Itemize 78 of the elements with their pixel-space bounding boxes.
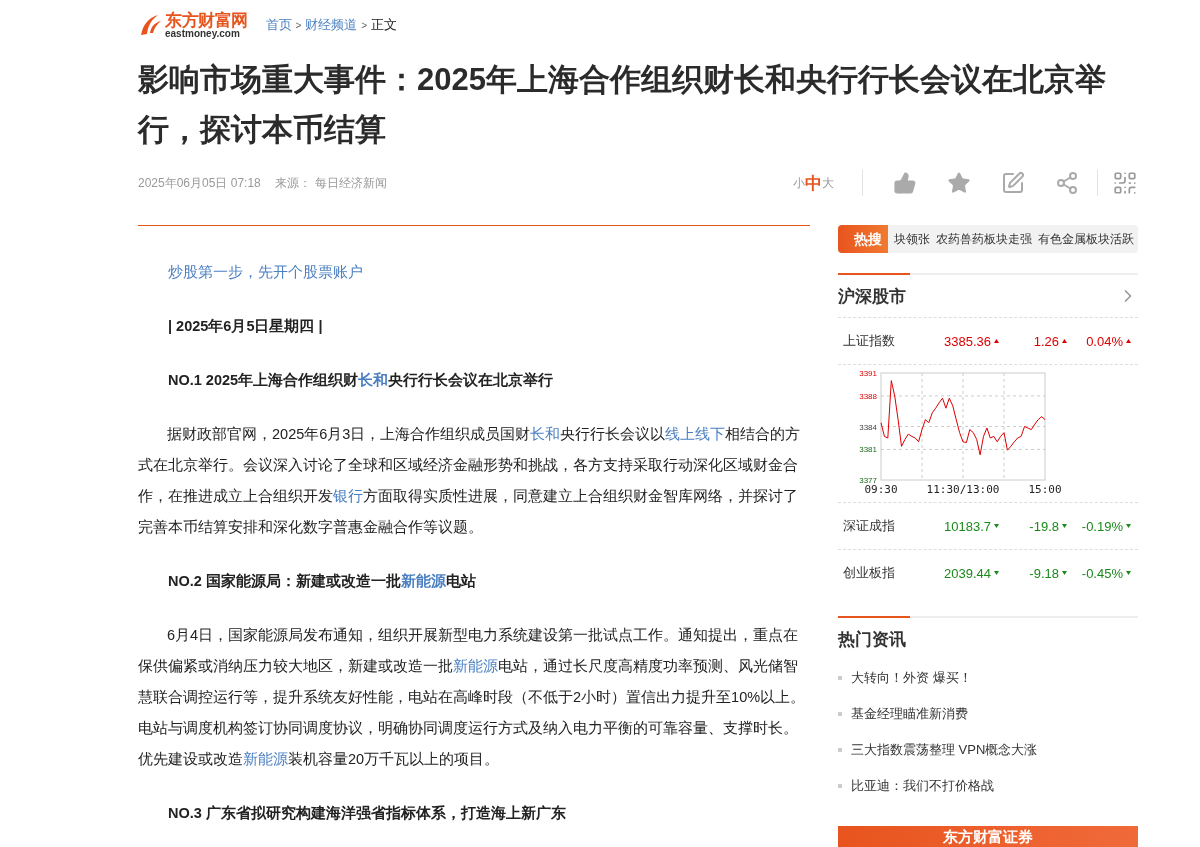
up-triangle-icon (1126, 339, 1131, 343)
like-icon[interactable] (893, 171, 917, 195)
x-tick-label: 09:30 (864, 483, 898, 496)
index-name[interactable]: 深证成指 (843, 517, 931, 535)
x-tick-label: 15:00 (1028, 483, 1062, 496)
y-tick-label: 3391 (859, 369, 877, 378)
publish-date: 2025年06月05日 07:18 (138, 174, 261, 192)
index-percent: 0.04% (1086, 333, 1123, 349)
source-name: 每日经济新闻 (314, 174, 387, 192)
index-value: 3385.36 (944, 333, 991, 349)
bullet-icon (838, 784, 842, 788)
index-change: -19.8 (1029, 518, 1059, 534)
keyword-link[interactable]: 长和 (530, 426, 561, 442)
news-link[interactable]: 大转向！外资 爆买！ (851, 669, 972, 687)
index-percent: -0.19% (1081, 518, 1123, 534)
qr-code-icon[interactable] (1097, 170, 1138, 196)
keyword-link[interactable]: 新能源 (453, 658, 498, 674)
index-value: 2039.44 (944, 565, 991, 581)
index-name[interactable]: 创业板指 (843, 564, 931, 582)
y-tick-label: 3384 (859, 422, 877, 432)
index-percent: -0.45% (1081, 565, 1123, 581)
section-heading: | 2025年6月5日星期四 | (167, 317, 324, 336)
index-change: -9.18 (1029, 565, 1059, 581)
article-paragraph: 6月4日，国家能源局发布通知，组织开展新型电力系统建设第一批试点工作。通知提出，重点在保供偏紧或消纳压力较大地区，新建或改造一批新能源电站，通过长尺度高精度功率预测、风光储智慧联合调控运行等，提升系统友好性能，电站在高峰时段（不低于2小时）置信出力提升至10%以上。电站与调度机构签订协同调度协议，明确协同调度运行方式及纳入电力平衡的可靠容量、支撑时长。优先建设或改造新能源装机容量20万千瓦以上的项目。 (138, 626, 807, 769)
down-triangle-icon (994, 571, 999, 575)
breadcrumb-separator: > (295, 19, 302, 31)
star-icon[interactable] (947, 171, 971, 195)
breadcrumb-link[interactable]: 首页 (265, 16, 292, 34)
keyword-link[interactable]: 新能源 (400, 573, 446, 589)
section-title: 沪深股市 (838, 285, 906, 308)
logo-name: 东方财富网 (165, 11, 248, 29)
edit-icon[interactable] (1001, 171, 1025, 195)
font-size-option[interactable]: 大 (822, 174, 834, 192)
down-triangle-icon (1062, 524, 1067, 528)
bullet-icon (838, 676, 842, 680)
hot-search-item[interactable]: 有色金属板块活跃 (1038, 230, 1134, 248)
y-tick-label: 3381 (859, 445, 877, 455)
section-heading: NO.3 广东省拟研究构建海洋强省指标体系，打造海上新广东 (167, 804, 567, 823)
logo-domain: eastmoney.com (165, 28, 240, 39)
down-triangle-icon (994, 524, 999, 528)
x-tick-label: 11:30/13:00 (926, 483, 1000, 496)
hot-search-label: 热搜 (838, 225, 888, 253)
keyword-link[interactable]: 银行 (333, 488, 363, 504)
font-size-option[interactable]: 中 (805, 171, 822, 195)
article-paragraph: 据财政部官网，2025年6月3日，上海合作组织成员国财长和央行行长会议以线上线下相结合的方式在北京举行。会议深入讨论了全球和区域经济金融形势和挑战，各方支持采取行动深化区域财金合作，在推进成立上合组织开发银行方面取得实质性进展，同意建立上合组织财金智库网络，并探讨了完善本币结算安排和深化数字普惠金融合作等议题。 (138, 425, 802, 537)
promo-link[interactable]: 炒股第一步，先开个股票账户 (138, 257, 810, 288)
article-title: 影响市场重大事件：2025年上海合作组织财长和央行行长会议在北京举行，探讨本币结算 (138, 61, 1107, 149)
news-link[interactable]: 三大指数震荡整理 VPN概念大涨 (851, 741, 1038, 759)
share-icon[interactable] (1055, 171, 1079, 195)
news-link[interactable]: 比亚迪：我们不打价格战 (851, 777, 994, 795)
section-heading: NO.1 2025年上海合作组织财长和央行行长会议在北京举行 (167, 371, 555, 390)
up-triangle-icon (994, 339, 999, 343)
logo-icon (138, 13, 162, 37)
index-value: 10183.7 (944, 518, 991, 534)
source-label: 来源： (274, 174, 311, 192)
down-triangle-icon (1126, 571, 1131, 575)
keyword-link[interactable]: 线上线下 (665, 426, 726, 442)
y-tick-label: 3377 (859, 476, 877, 485)
index-change: 1.26 (1033, 333, 1059, 349)
index-name[interactable]: 上证指数 (843, 332, 931, 350)
promo-banner[interactable]: 东方财富证券 (838, 826, 1138, 847)
keyword-link[interactable]: 长和 (358, 372, 389, 388)
bullet-icon (838, 748, 842, 752)
font-size-option[interactable]: 小 (793, 174, 805, 192)
keyword-link[interactable]: 新能源 (243, 751, 288, 767)
breadcrumb-separator: > (361, 19, 368, 31)
down-triangle-icon (1062, 571, 1067, 575)
bullet-icon (838, 712, 842, 716)
news-link[interactable]: 基金经理瞄准新消费 (851, 705, 968, 723)
section-title: 热门资讯 (838, 628, 906, 651)
current-page-label[interactable]: 正文 (371, 16, 398, 34)
up-triangle-icon (1062, 339, 1067, 343)
hot-search-item[interactable]: 块领张 (894, 230, 930, 248)
y-tick-label: 3388 (859, 391, 877, 401)
breadcrumb-link[interactable]: 财经频道 (305, 16, 358, 34)
hot-search-item[interactable]: 农药兽药板块走强 (936, 230, 1032, 248)
down-triangle-icon (1126, 524, 1131, 528)
section-heading: NO.2 国家能源局：新建或改造一批新能源电站 (167, 572, 477, 591)
